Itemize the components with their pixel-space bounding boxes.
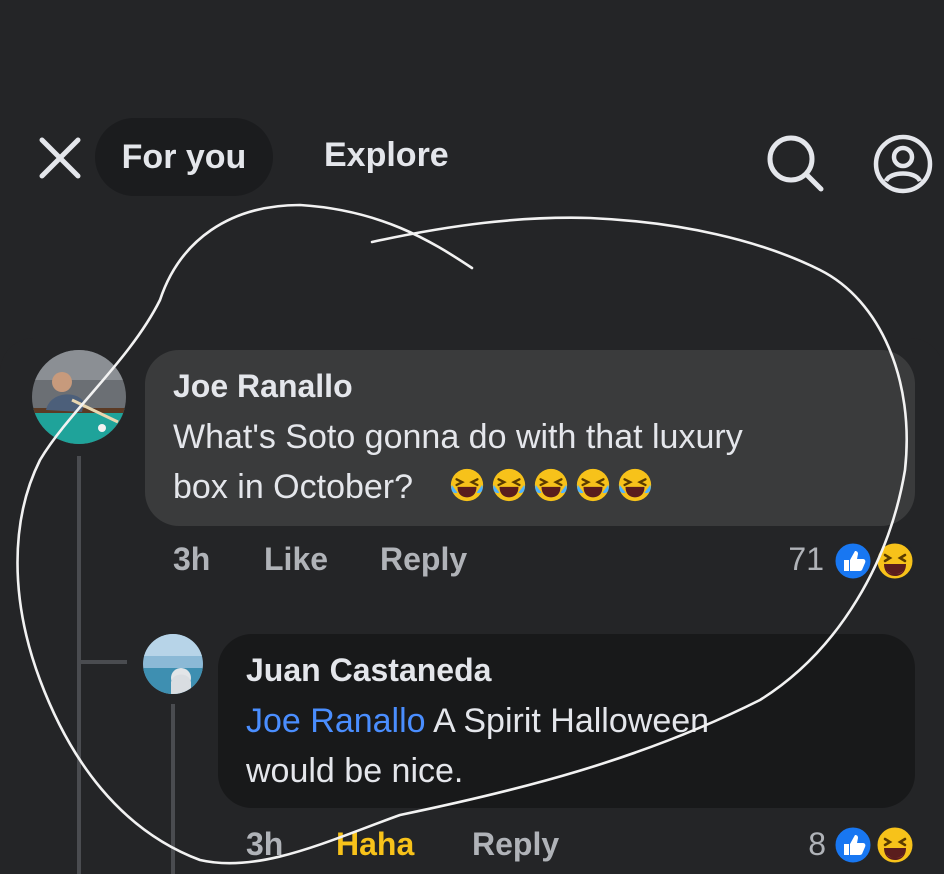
laughing-tears-emoji [450, 468, 484, 502]
tab-for-you-label: For you [121, 137, 247, 176]
top-nav-bar [0, 0, 944, 232]
comment-text-line-2: box in October? [173, 462, 658, 512]
comment-timestamp: 3h [173, 541, 211, 577]
avatar[interactable] [32, 350, 126, 444]
avatar[interactable] [143, 634, 203, 694]
like-reaction-icon[interactable] [832, 824, 874, 866]
emoji-row [448, 468, 658, 506]
reply-thread-line [171, 704, 175, 874]
profile-icon[interactable] [872, 133, 934, 195]
tab-explore-label: Explore [324, 136, 449, 174]
reply-text-line-2: would be nice. [246, 752, 464, 790]
haha-reaction-icon[interactable] [874, 824, 916, 866]
reply-text-line-1-rest: A Spirit Halloween [425, 702, 710, 740]
laughing-tears-emoji [534, 468, 568, 502]
laughing-tears-emoji [492, 468, 526, 502]
laughing-tears-emoji [576, 468, 610, 502]
haha-button[interactable]: Haha [336, 826, 414, 863]
like-reaction-icon[interactable] [832, 540, 874, 582]
like-button[interactable]: Like [264, 541, 328, 578]
reply-button[interactable]: Reply [472, 826, 559, 863]
thread-branch [77, 660, 127, 664]
reaction-count[interactable]: 71 [764, 541, 824, 578]
tab-explore[interactable]: Explore [324, 136, 449, 175]
comment-author[interactable]: Joe Ranallo [173, 368, 353, 405]
comment-text-line-2-words: box in October? [173, 468, 414, 506]
reply-button[interactable]: Reply [380, 541, 467, 578]
mention-link[interactable]: Joe Ranallo [246, 702, 426, 740]
reply-timestamp: 3h [246, 826, 284, 862]
thread-line [77, 456, 81, 874]
reply-text-line-1: Joe Ranallo A Spirit Halloween [246, 696, 709, 746]
tab-for-you[interactable]: For you [95, 118, 273, 196]
search-icon[interactable] [764, 132, 828, 196]
haha-reaction-icon[interactable] [874, 540, 916, 582]
laughing-tears-emoji [618, 468, 652, 502]
reply-author[interactable]: Juan Castaneda [246, 652, 491, 689]
reaction-count[interactable]: 8 [766, 826, 826, 863]
comment-text-line-1: What's Soto gonna do with that luxury [173, 418, 743, 456]
close-icon[interactable] [36, 134, 84, 182]
